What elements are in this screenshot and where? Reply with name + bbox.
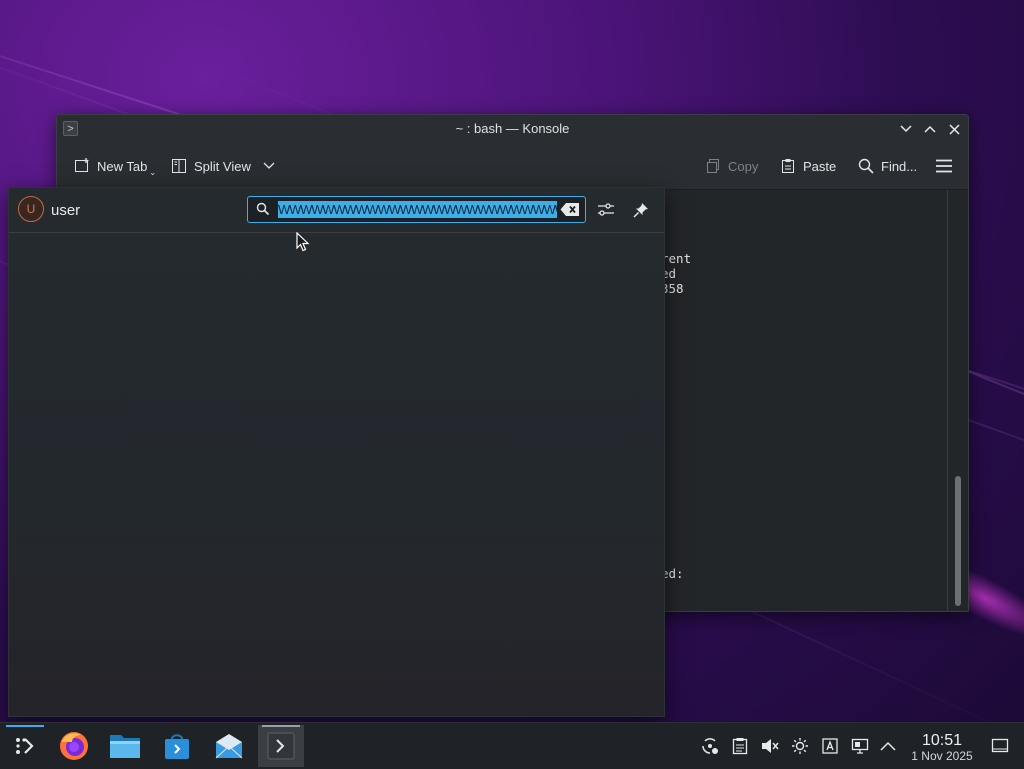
display-tray-button[interactable] — [851, 737, 869, 755]
file-manager-icon — [110, 735, 140, 758]
window-titlebar[interactable]: > ~ : bash — Konsole — [57, 115, 968, 143]
configure-button[interactable] — [596, 200, 616, 220]
konsole-toolbar: New Tab ⌄ Split View Copy Paste Find... — [57, 143, 968, 190]
hamburger-menu-button[interactable] — [935, 156, 953, 176]
network-icon — [702, 738, 718, 754]
krunner-overlay: U user WWWWWWWWWWWWWWWWWWWWWWWWWWWWWWWWW… — [8, 187, 665, 717]
split-view-label: Split View — [194, 158, 251, 174]
paste-button[interactable]: Paste — [779, 156, 836, 176]
taskbar-firefox[interactable] — [51, 725, 97, 767]
taskbar-file-manager[interactable] — [102, 725, 148, 767]
terminal-line: rent — [661, 251, 692, 266]
search-icon — [256, 202, 270, 216]
find-label: Find... — [881, 158, 918, 174]
new-tab-label: New Tab — [97, 158, 148, 174]
application-launcher-button[interactable] — [2, 725, 48, 767]
volume-muted-icon — [762, 739, 779, 753]
terminal-scrollbar[interactable] — [947, 190, 968, 611]
mail-client-icon — [215, 734, 243, 759]
konsole-icon — [267, 732, 295, 760]
hamburger-menu-icon — [936, 159, 952, 173]
keyboard-layout-tray-button[interactable] — [821, 737, 839, 755]
clear-text-icon[interactable] — [560, 202, 580, 217]
chevron-down-icon — [263, 162, 275, 169]
copy-icon — [704, 157, 722, 175]
mouse-cursor-icon — [296, 232, 310, 252]
clock-time: 10:51 — [921, 732, 963, 749]
taskbar-mail[interactable] — [206, 725, 252, 767]
volume-tray-button[interactable] — [761, 737, 779, 755]
discover-store-icon — [165, 734, 189, 759]
search-icon — [857, 157, 875, 175]
taskbar: 10:51 1 Nov 2025 — [0, 722, 1024, 769]
close-button[interactable] — [945, 120, 963, 138]
close-icon — [948, 123, 960, 135]
search-field[interactable]: WWWWWWWWWWWWWWWWWWWWWWWWWWWWWWWWWWWWW — [247, 196, 586, 223]
clock-date: 1 Nov 2025 — [911, 749, 973, 763]
maximize-button[interactable] — [921, 120, 939, 138]
avatar[interactable]: U — [18, 196, 44, 222]
show-desktop-button[interactable] — [991, 737, 1009, 755]
show-desktop-icon — [991, 738, 1009, 753]
new-tab-icon — [73, 157, 91, 175]
keyboard-layout-icon — [822, 738, 838, 754]
paste-label: Paste — [803, 158, 837, 174]
digital-clock[interactable]: 10:51 1 Nov 2025 — [906, 732, 978, 764]
window-title: ~ : bash — Konsole — [455, 121, 570, 136]
application-launcher-icon — [16, 738, 34, 754]
copy-label: Copy — [728, 158, 759, 174]
new-tab-button[interactable]: New Tab ⌄ — [73, 156, 157, 177]
brightness-tray-button[interactable] — [791, 737, 809, 755]
paste-icon — [779, 157, 797, 175]
display-icon — [851, 738, 869, 754]
chevron-down-icon — [900, 125, 912, 133]
network-tray-button[interactable] — [701, 737, 719, 755]
clipboard-tray-button[interactable] — [731, 737, 749, 755]
minimize-button[interactable] — [897, 120, 915, 138]
launcher-header: U user WWWWWWWWWWWWWWWWWWWWWWWWWWWWWWWWW… — [9, 188, 664, 233]
copy-button[interactable]: Copy — [704, 156, 758, 176]
search-input[interactable]: WWWWWWWWWWWWWWWWWWWWWWWWWWWWWWWWWWWWW — [278, 201, 557, 218]
expand-tray-icon — [880, 741, 896, 751]
username-label: user — [51, 202, 81, 219]
expand-tray-button[interactable] — [879, 737, 897, 755]
split-view-icon — [170, 157, 188, 175]
pin-icon — [633, 203, 648, 218]
find-button[interactable]: Find... — [857, 156, 917, 176]
chevron-up-icon — [924, 125, 936, 133]
brightness-icon — [792, 738, 808, 754]
split-view-button[interactable]: Split View — [170, 156, 275, 176]
firefox-icon — [60, 732, 88, 760]
taskbar-discover[interactable] — [154, 725, 200, 767]
chevron-down-icon: ⌄ — [149, 167, 157, 177]
taskbar-konsole[interactable] — [258, 725, 304, 767]
pin-button[interactable] — [631, 200, 651, 220]
scrollbar-thumb[interactable] — [955, 476, 961, 606]
sliders-icon — [598, 203, 614, 216]
clipboard-icon — [732, 738, 748, 755]
